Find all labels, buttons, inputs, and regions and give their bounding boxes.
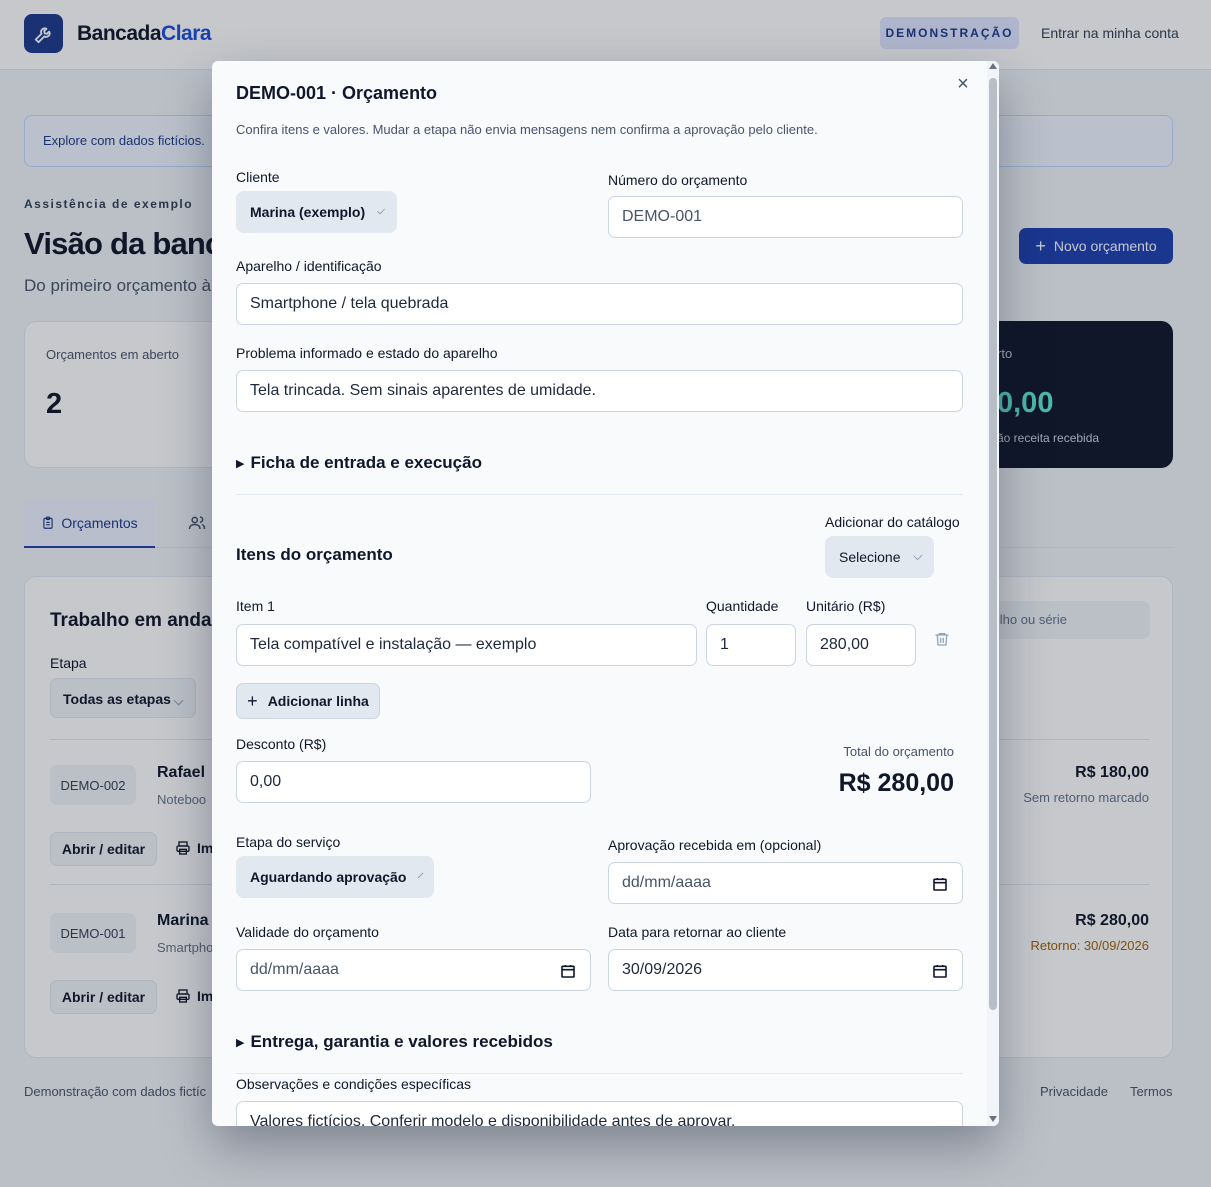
total-value: R$ 280,00 bbox=[838, 769, 954, 797]
plus-icon: + bbox=[247, 691, 258, 711]
quantity-label: Quantidade bbox=[706, 598, 779, 614]
stage-label: Etapa do serviço bbox=[236, 834, 341, 850]
discount-label: Desconto (R$) bbox=[236, 736, 327, 752]
return-date-label: Data para retornar ao cliente bbox=[608, 924, 787, 940]
device-input[interactable]: Smartphone / tela quebrada bbox=[236, 283, 963, 325]
modal-scrollbar[interactable] bbox=[987, 61, 999, 1126]
divider bbox=[236, 494, 963, 495]
quantity-input[interactable]: 1 bbox=[706, 624, 796, 666]
scroll-up-arrow-icon[interactable] bbox=[989, 63, 997, 69]
item-label: Item 1 bbox=[236, 598, 275, 614]
client-label: Cliente bbox=[236, 169, 280, 185]
add-line-button[interactable]: + Adicionar linha bbox=[236, 683, 380, 719]
unit-price-label: Unitário (R$) bbox=[806, 598, 886, 614]
scroll-thumb[interactable] bbox=[989, 78, 997, 1010]
calendar-icon[interactable] bbox=[932, 876, 948, 897]
item-description-input[interactable]: Tela compatível e instalação — exemplo bbox=[236, 624, 697, 666]
unit-price-input[interactable]: 280,00 bbox=[806, 624, 916, 666]
trash-icon[interactable] bbox=[934, 630, 950, 653]
caret-right-icon: ▶ bbox=[236, 457, 245, 470]
items-title: Itens do orçamento bbox=[236, 545, 393, 564]
return-date-input[interactable]: 30/09/2026 bbox=[608, 949, 963, 991]
catalog-label: Adicionar do catálogo bbox=[825, 514, 960, 530]
modal-subtitle: Confira itens e valores. Mudar a etapa n… bbox=[236, 122, 818, 137]
chevron-down-icon bbox=[418, 872, 424, 878]
stage-select[interactable]: Aguardando aprovação bbox=[236, 856, 434, 898]
chevron-down-icon bbox=[377, 206, 385, 214]
notes-textarea[interactable]: Valores fictícios. Conferir modelo e dis… bbox=[236, 1101, 963, 1126]
device-label: Aparelho / identificação bbox=[236, 258, 382, 274]
calendar-icon[interactable] bbox=[560, 963, 576, 984]
problem-label: Problema informado e estado do aparelho bbox=[236, 345, 498, 361]
validity-date-input[interactable]: dd/mm/aaaa bbox=[236, 949, 591, 991]
approval-date-label: Aprovação recebida em (opcional) bbox=[608, 837, 822, 853]
approval-date-input[interactable]: dd/mm/aaaa bbox=[608, 862, 963, 904]
quote-number-input[interactable]: DEMO-001 bbox=[608, 196, 963, 238]
quote-modal: × DEMO-001 · Orçamento Confira itens e v… bbox=[212, 61, 999, 1126]
notes-label: Observações e condições específicas bbox=[236, 1076, 472, 1092]
scroll-down-arrow-icon[interactable] bbox=[989, 1116, 997, 1122]
divider bbox=[236, 1073, 963, 1074]
delivery-section-toggle[interactable]: ▶ Entrega, garantia e valores recebidos bbox=[236, 1032, 553, 1052]
problem-textarea[interactable]: Tela trincada. Sem sinais aparentes de u… bbox=[236, 370, 963, 412]
close-icon[interactable]: × bbox=[952, 73, 974, 95]
modal-title: DEMO-001 · Orçamento bbox=[236, 83, 438, 103]
validity-label: Validade do orçamento bbox=[236, 924, 379, 940]
total-label: Total do orçamento bbox=[843, 744, 954, 759]
catalog-select[interactable]: Selecione bbox=[825, 536, 934, 578]
calendar-icon[interactable] bbox=[932, 963, 948, 984]
quote-number-label: Número do orçamento bbox=[608, 172, 748, 188]
client-select[interactable]: Marina (exemplo) bbox=[236, 191, 397, 233]
discount-input[interactable]: 0,00 bbox=[236, 761, 591, 803]
chevron-down-icon bbox=[912, 550, 922, 560]
entry-section-toggle[interactable]: ▶ Ficha de entrada e execução bbox=[236, 453, 482, 473]
caret-right-icon: ▶ bbox=[236, 1036, 245, 1049]
